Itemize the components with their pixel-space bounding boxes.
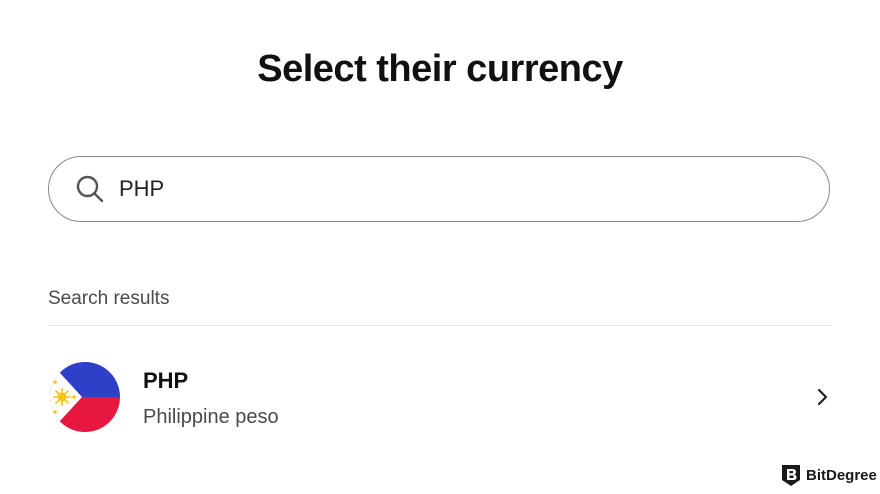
currency-name: Philippine peso — [143, 406, 279, 428]
bitdegree-logo-icon — [780, 462, 802, 488]
list-item-currency-php[interactable]: PHP Philippine peso — [48, 360, 838, 436]
watermark-text: BitDegree — [806, 466, 877, 484]
currency-code: PHP — [143, 368, 189, 393]
watermark: BitDegree — [780, 461, 877, 489]
search-input[interactable] — [119, 176, 799, 202]
divider — [48, 325, 832, 326]
philippines-flag-icon — [50, 362, 120, 432]
currency-select-page: Select their currency Search results — [0, 0, 880, 494]
search-icon — [75, 174, 105, 204]
search-results-label: Search results — [48, 288, 170, 309]
chevron-right-icon[interactable] — [812, 386, 832, 408]
page-title: Select their currency — [257, 48, 623, 90]
search-field[interactable] — [48, 156, 830, 222]
